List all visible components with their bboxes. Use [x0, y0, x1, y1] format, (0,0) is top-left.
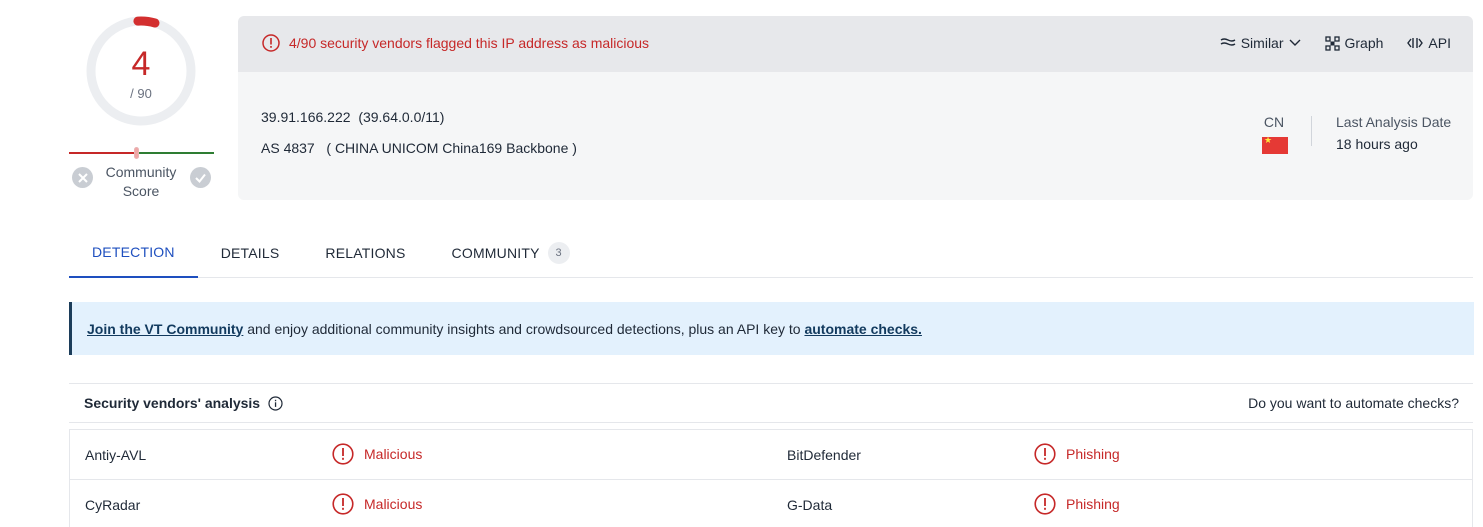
alert-circle-icon — [1034, 443, 1056, 465]
community-banner: Join the VT Community and enjoy addition… — [69, 302, 1474, 355]
vendors-title-text: Security vendors' analysis — [84, 395, 261, 411]
score-value: 4 — [131, 45, 151, 83]
alert-circle-icon — [262, 34, 280, 52]
vendor-name: Antiy-AVL — [85, 447, 147, 463]
as-number[interactable]: AS 4837 — [261, 140, 315, 156]
info-divider — [1311, 116, 1312, 146]
api-button[interactable]: API — [1407, 35, 1451, 51]
vendor-name: G-Data — [787, 497, 833, 513]
tab-community[interactable]: COMMUNITY 3 — [429, 228, 593, 278]
check-icon — [195, 173, 206, 183]
chevron-down-icon — [1289, 39, 1300, 46]
tab-community-label: COMMUNITY — [451, 245, 540, 261]
graph-button[interactable]: Graph — [1324, 35, 1384, 51]
last-analysis-value: 18 hours ago — [1336, 136, 1418, 152]
graph-icon — [1324, 35, 1340, 51]
vendors-header: Security vendors' analysis Do you want t… — [69, 383, 1473, 423]
ip-address[interactable]: 39.91.166.222 — [261, 109, 351, 125]
asn-line: AS 4837 ( CHINA UNICOM China169 Backbone… — [261, 140, 577, 156]
api-icon — [1407, 38, 1424, 48]
tab-detection[interactable]: DETECTION — [69, 228, 198, 278]
automate-checks-prompt[interactable]: Do you want to automate checks? — [1248, 395, 1459, 411]
china-flag-icon: ★ — [1262, 135, 1288, 154]
alert-circle-icon — [1034, 493, 1056, 515]
vote-harmless-button[interactable] — [190, 167, 211, 188]
verdict-label: Malicious — [364, 446, 423, 462]
detection-score-widget: 4 / 90 Community Score — [68, 10, 214, 200]
automate-checks-link[interactable]: automate checks. — [804, 321, 922, 337]
vote-harmful-button[interactable] — [72, 167, 93, 188]
info-icon[interactable] — [268, 395, 283, 411]
as-owner: ( CHINA UNICOM China169 Backbone ) — [326, 140, 577, 156]
vendor-verdict: Malicious — [332, 443, 422, 465]
similar-icon — [1220, 38, 1236, 46]
tab-bar: DETECTION DETAILS RELATIONS COMMUNITY 3 — [69, 228, 1473, 278]
score-total: / 90 — [130, 86, 152, 101]
community-count-badge: 3 — [547, 242, 570, 264]
vendor-verdict: Malicious — [332, 493, 422, 515]
country-code: CN — [1263, 114, 1285, 130]
ip-info-panel: 39.91.166.222 (39.64.0.0/11) AS 4837 ( C… — [238, 72, 1473, 200]
similar-label: Similar — [1240, 35, 1284, 51]
last-analysis-label: Last Analysis Date — [1336, 114, 1452, 130]
verdict-label: Malicious — [364, 496, 423, 512]
alert-circle-icon — [332, 443, 354, 465]
alert-bar: 4/90 security vendors flagged this IP ad… — [238, 16, 1473, 72]
vendors-title: Security vendors' analysis — [84, 395, 283, 411]
table-row: Antiy-AVL Malicious BitDefender Phishing — [70, 430, 1472, 480]
table-row: CyRadar Malicious G-Data Phishing — [70, 480, 1472, 527]
banner-text: and enjoy additional community insights … — [243, 320, 805, 337]
community-score-bar — [69, 152, 214, 154]
toolbar: Similar Graph API — [1220, 35, 1451, 51]
tab-details[interactable]: DETAILS — [198, 228, 303, 278]
verdict-label: Phishing — [1066, 496, 1120, 512]
vendor-name: BitDefender — [787, 447, 861, 463]
community-score-label: Community Score — [105, 164, 177, 199]
join-community-link[interactable]: Join the VT Community — [87, 321, 243, 337]
similar-button[interactable]: Similar — [1220, 35, 1301, 51]
vendor-verdict: Phishing — [1034, 493, 1120, 515]
close-icon — [77, 172, 88, 183]
alert-text: 4/90 security vendors flagged this IP ad… — [289, 35, 650, 51]
api-label: API — [1428, 35, 1451, 51]
verdict-label: Phishing — [1066, 446, 1120, 462]
alert-circle-icon — [332, 493, 354, 515]
ip-range[interactable]: (39.64.0.0/11) — [358, 109, 444, 125]
graph-label: Graph — [1344, 35, 1384, 51]
ip-address-line: 39.91.166.222 (39.64.0.0/11) — [261, 109, 444, 125]
alert-message: 4/90 security vendors flagged this IP ad… — [262, 34, 649, 52]
vendors-table: Antiy-AVL Malicious BitDefender Phishing… — [69, 429, 1473, 527]
community-score-marker — [134, 147, 139, 159]
vendor-verdict: Phishing — [1034, 443, 1120, 465]
tab-relations[interactable]: RELATIONS — [302, 228, 428, 278]
vendor-name: CyRadar — [85, 497, 141, 513]
